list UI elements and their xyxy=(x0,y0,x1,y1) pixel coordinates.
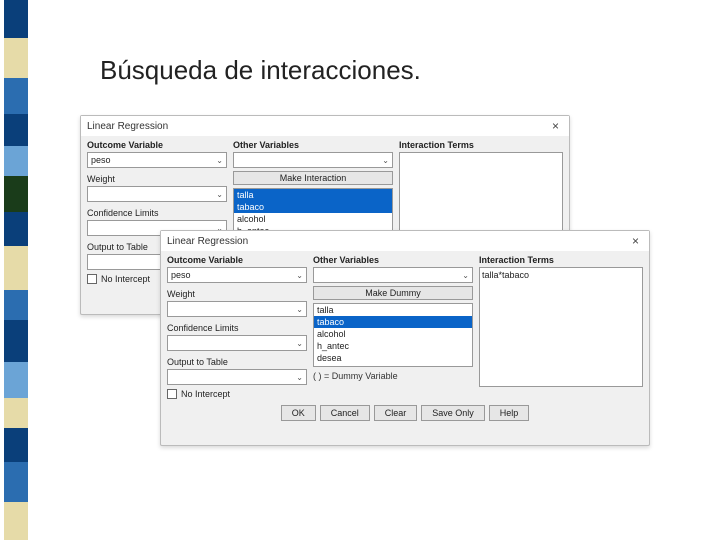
stripe xyxy=(4,0,28,38)
interaction-term-item: talla*tabaco xyxy=(482,270,529,280)
chevron-down-icon: ⌄ xyxy=(296,271,303,280)
chevron-down-icon: ⌄ xyxy=(216,156,223,165)
no-intercept-checkbox[interactable] xyxy=(167,389,177,399)
outcome-label: Outcome Variable xyxy=(167,255,307,265)
stripe xyxy=(4,146,28,176)
list-item[interactable]: alcohol xyxy=(234,213,392,225)
ok-button[interactable]: OK xyxy=(281,405,316,421)
decorative-stripes xyxy=(4,0,28,540)
interaction-terms-label: Interaction Terms xyxy=(399,140,563,150)
dialog-title-text: Linear Regression xyxy=(167,236,248,247)
list-item[interactable]: tabaco xyxy=(314,316,472,328)
dialog-titlebar: Linear Regression × xyxy=(81,116,569,136)
chevron-down-icon: ⌄ xyxy=(296,305,303,314)
confidence-select[interactable]: ⌄ xyxy=(167,335,307,351)
stripe xyxy=(4,78,28,114)
slide-title: Búsqueda de interacciones. xyxy=(100,55,421,86)
no-intercept-label: No Intercept xyxy=(181,389,230,399)
list-item[interactable]: talla xyxy=(234,189,392,201)
dialog-button-row: OK Cancel Clear Save Only Help xyxy=(167,405,643,421)
stripe xyxy=(4,176,28,212)
chevron-down-icon: ⌄ xyxy=(216,190,223,199)
stripe xyxy=(4,502,28,540)
help-button[interactable]: Help xyxy=(489,405,530,421)
weight-select[interactable]: ⌄ xyxy=(87,186,227,202)
outcome-value: peso xyxy=(91,155,111,165)
no-intercept-checkbox[interactable] xyxy=(87,274,97,284)
confidence-label: Confidence Limits xyxy=(87,208,227,218)
list-item[interactable]: h_antec xyxy=(314,340,472,352)
stripe xyxy=(4,428,28,462)
close-icon[interactable]: × xyxy=(548,119,563,133)
other-vars-label: Other Variables xyxy=(313,255,473,265)
no-intercept-label: No Intercept xyxy=(101,274,150,284)
outcome-select[interactable]: peso ⌄ xyxy=(87,152,227,168)
stripe xyxy=(4,362,28,398)
save-only-button[interactable]: Save Only xyxy=(421,405,485,421)
other-vars-listbox[interactable]: tallatabacoalcoholh_antecdesea xyxy=(313,303,473,367)
make-interaction-button[interactable]: Make Interaction xyxy=(233,171,393,185)
weight-label: Weight xyxy=(87,174,227,184)
outcome-select[interactable]: peso ⌄ xyxy=(167,267,307,283)
output-select[interactable]: ⌄ xyxy=(167,369,307,385)
stripe xyxy=(4,246,28,290)
linear-regression-dialog-front: Linear Regression × Outcome Variable pes… xyxy=(160,230,650,446)
list-item[interactable]: desea xyxy=(314,352,472,364)
dummy-variable-note: ( ) = Dummy Variable xyxy=(313,371,473,381)
other-vars-label: Other Variables xyxy=(233,140,393,150)
list-item[interactable]: alcohol xyxy=(314,328,472,340)
stripe xyxy=(4,398,28,428)
chevron-down-icon: ⌄ xyxy=(296,373,303,382)
outcome-value: peso xyxy=(171,270,191,280)
cancel-button[interactable]: Cancel xyxy=(320,405,370,421)
close-icon[interactable]: × xyxy=(628,234,643,248)
outcome-label: Outcome Variable xyxy=(87,140,227,150)
stripe xyxy=(4,320,28,362)
other-vars-select[interactable]: ⌄ xyxy=(313,267,473,283)
dialog-title-text: Linear Regression xyxy=(87,121,168,132)
stripe xyxy=(4,290,28,320)
stripe xyxy=(4,462,28,502)
interaction-terms-label: Interaction Terms xyxy=(479,255,643,265)
stripe xyxy=(4,114,28,146)
stripe xyxy=(4,38,28,78)
stripe xyxy=(4,212,28,246)
chevron-down-icon: ⌄ xyxy=(296,339,303,348)
output-label: Output to Table xyxy=(167,357,307,367)
weight-select[interactable]: ⌄ xyxy=(167,301,307,317)
chevron-down-icon: ⌄ xyxy=(462,271,469,280)
other-vars-select[interactable]: ⌄ xyxy=(233,152,393,168)
list-item[interactable]: tabaco xyxy=(234,201,392,213)
clear-button[interactable]: Clear xyxy=(374,405,418,421)
list-item[interactable]: talla xyxy=(314,304,472,316)
make-dummy-button[interactable]: Make Dummy xyxy=(313,286,473,300)
chevron-down-icon: ⌄ xyxy=(382,156,389,165)
dialog-titlebar: Linear Regression × xyxy=(161,231,649,251)
weight-label: Weight xyxy=(167,289,307,299)
confidence-label: Confidence Limits xyxy=(167,323,307,333)
interaction-terms-box[interactable]: talla*tabaco xyxy=(479,267,643,387)
